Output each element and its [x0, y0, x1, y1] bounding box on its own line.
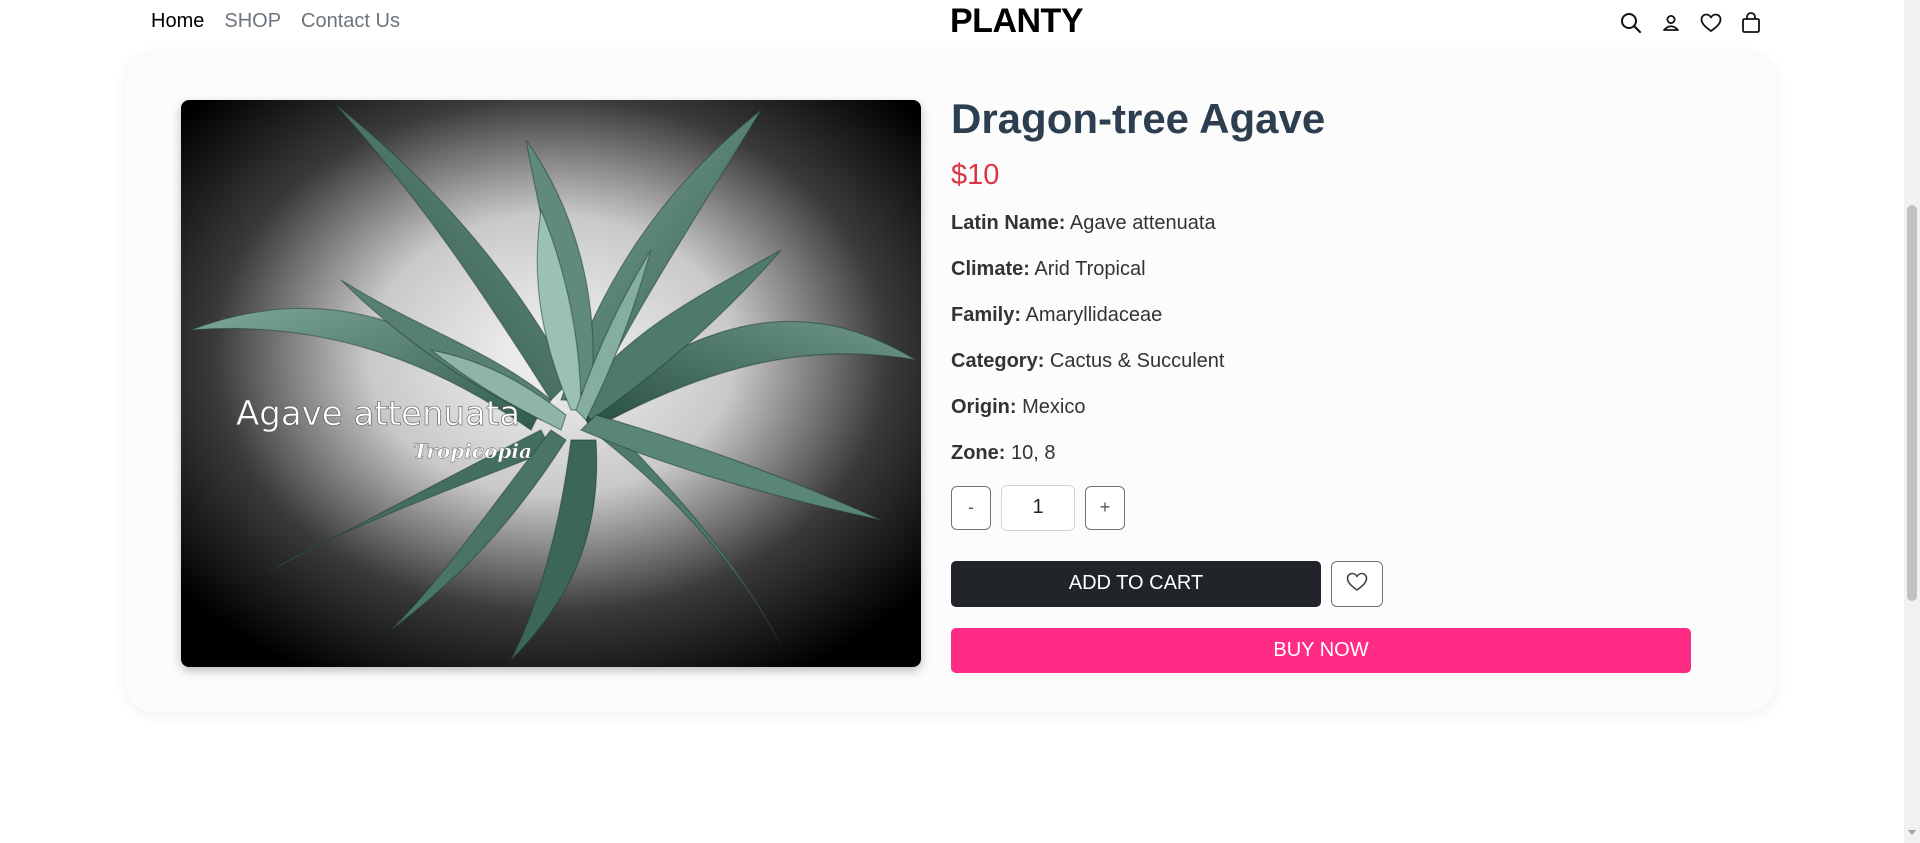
attr-zone: Zone: 10, 8 — [951, 439, 1693, 468]
quantity-stepper: - + — [951, 484, 1693, 531]
attr-origin: Origin: Mexico — [951, 393, 1693, 422]
search-icon[interactable] — [1618, 10, 1643, 35]
product-page: Home SHOP Contact Us PLANTY Agave attenu… — [0, 0, 1920, 843]
attr-value: Arid Tropical — [1034, 257, 1146, 280]
product-details: Dragon-tree Agave $10 Latin Name: Agave … — [951, 92, 1693, 673]
add-to-cart-button[interactable]: ADD TO CART — [951, 560, 1321, 607]
quantity-input[interactable] — [1001, 484, 1075, 531]
attr-category: Category: Cactus & Succulent — [951, 347, 1693, 376]
quantity-decrease-button[interactable]: - — [951, 485, 991, 530]
attr-label: Origin: — [951, 395, 1017, 418]
product-title: Dragon-tree Agave — [951, 95, 1326, 142]
product-card: Agave attenuata Tropicopia Dragon-tree A… — [126, 54, 1776, 712]
heart-icon — [1346, 572, 1368, 595]
top-navbar: Home SHOP Contact Us PLANTY — [0, 0, 1904, 46]
buy-now-button[interactable]: BUY NOW — [951, 627, 1691, 673]
nav-link-contact[interactable]: Contact Us — [301, 10, 400, 33]
attr-value: 10, 8 — [1011, 441, 1056, 464]
add-to-wishlist-button[interactable] — [1331, 560, 1383, 607]
user-icon[interactable] — [1658, 10, 1683, 35]
attr-climate: Climate: Arid Tropical — [951, 255, 1693, 284]
product-price: $10 — [951, 158, 1000, 191]
attr-label: Zone: — [951, 441, 1006, 464]
scrollbar-thumb[interactable] — [1907, 205, 1917, 601]
attr-value: Cactus & Succulent — [1049, 349, 1225, 372]
attr-label: Latin Name: — [951, 211, 1066, 234]
attr-value: Amaryllidaceae — [1025, 303, 1163, 326]
attr-label: Family: — [951, 303, 1022, 326]
attr-value: Agave attenuata — [1069, 211, 1216, 234]
nav-links: Home SHOP Contact Us — [151, 10, 400, 33]
product-image: Agave attenuata Tropicopia — [181, 100, 921, 667]
shopping-bag-icon[interactable] — [1738, 10, 1763, 35]
scroll-down-arrow-icon[interactable] — [1908, 830, 1916, 835]
quantity-increase-button[interactable]: + — [1085, 485, 1125, 530]
nav-link-shop[interactable]: SHOP — [224, 10, 281, 33]
attr-value: Mexico — [1022, 395, 1086, 418]
attr-label: Category: — [951, 349, 1045, 372]
attr-latin-name: Latin Name: Agave attenuata — [951, 209, 1693, 238]
heart-icon[interactable] — [1698, 10, 1723, 35]
image-caption-sub: Tropicopia — [413, 439, 532, 463]
image-caption-main: Agave attenuata — [236, 394, 520, 434]
page-scrollbar[interactable] — [1904, 0, 1920, 843]
brand-logo[interactable]: PLANTY — [950, 2, 1084, 41]
nav-icons — [1618, 10, 1763, 35]
cart-actions: ADD TO CART — [951, 560, 1693, 607]
attr-family: Family: Amaryllidaceae — [951, 301, 1693, 330]
nav-link-home[interactable]: Home — [151, 10, 204, 33]
attr-label: Climate: — [951, 257, 1030, 280]
